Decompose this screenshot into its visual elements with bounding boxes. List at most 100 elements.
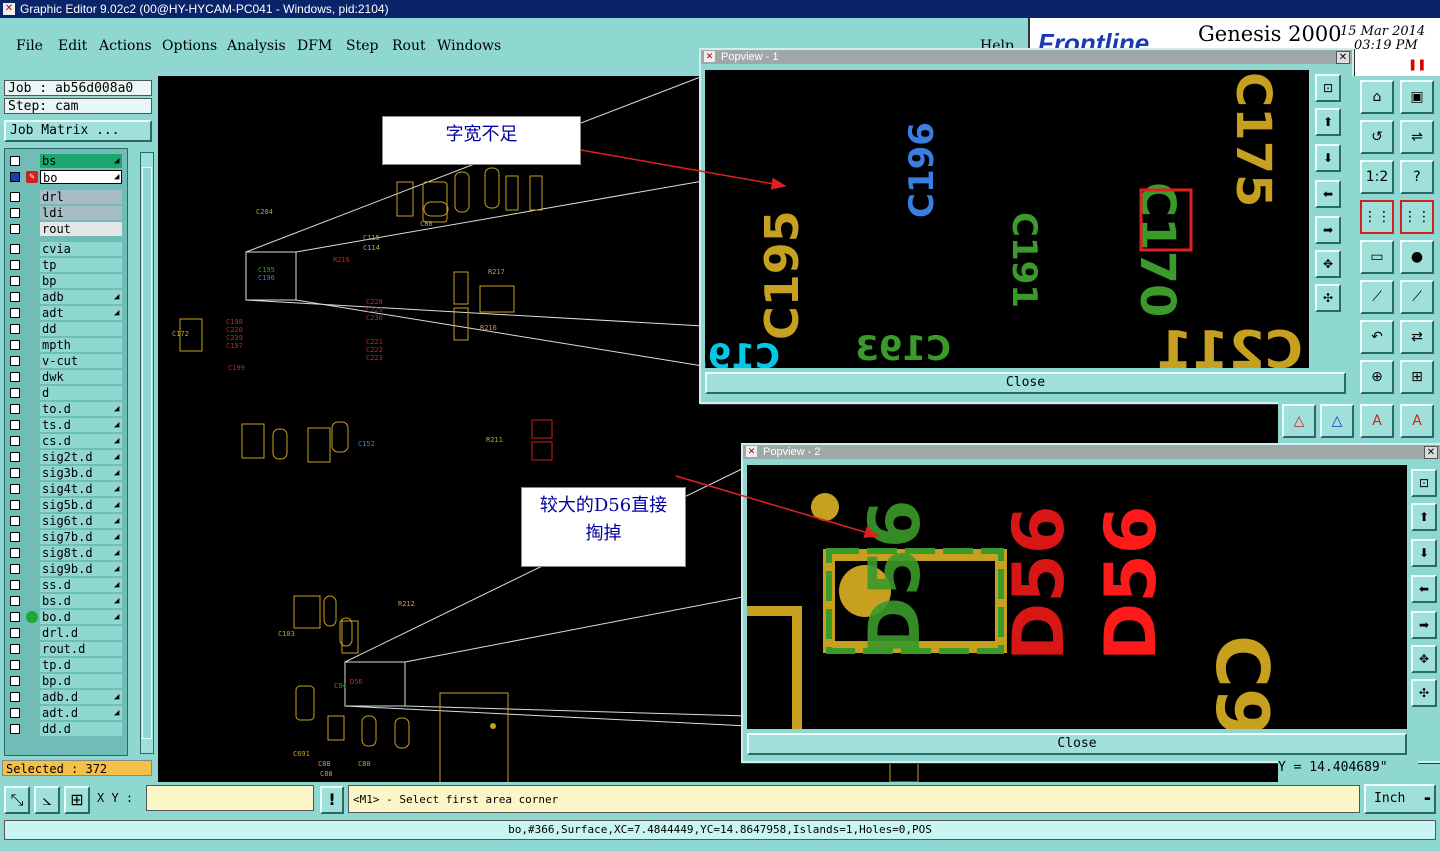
layer-name[interactable]: adt.d xyxy=(40,706,122,720)
layer-name[interactable]: v-cut xyxy=(40,354,122,368)
layer-name[interactable]: cs.d xyxy=(40,434,122,448)
layer-name[interactable]: adb.d xyxy=(40,690,122,704)
layer-checkbox[interactable] xyxy=(10,708,20,718)
popview-1-window[interactable]: ✕ Popview - 1 ✕ C196 C193 C193 C195 C191… xyxy=(699,48,1354,404)
layer-checkbox[interactable] xyxy=(10,596,20,606)
menu-rout[interactable]: Rout xyxy=(392,38,426,54)
layer-row-ss-d[interactable]: ss.d ◢ xyxy=(8,578,123,592)
layer-row-bo[interactable]: ✎ bo ◢ xyxy=(8,170,123,185)
layer-row-tp[interactable]: tp xyxy=(8,258,123,272)
layer-name[interactable]: ldi xyxy=(40,206,122,220)
layer-row-bo-d[interactable]: bo.d ◢ xyxy=(8,610,123,624)
layer-row-v-cut[interactable]: v-cut xyxy=(8,354,123,368)
layer-checkbox[interactable] xyxy=(10,484,20,494)
tri2-icon[interactable]: △ xyxy=(1320,404,1354,438)
layer-checkbox[interactable] xyxy=(10,612,20,622)
layer-row-sig2t-d[interactable]: sig2t.d ◢ xyxy=(8,450,123,464)
popview-expand-icon[interactable]: ✥ xyxy=(1411,645,1437,673)
window-icon[interactable]: ▣ xyxy=(1400,80,1434,114)
layer-row-sig9b-d[interactable]: sig9b.d ◢ xyxy=(8,562,123,576)
layer-name[interactable]: bp.d xyxy=(40,674,122,688)
layer-name[interactable]: ss.d xyxy=(40,578,122,592)
layer-row-bs-d[interactable]: bs.d ◢ xyxy=(8,594,123,608)
layer-checkbox[interactable] xyxy=(10,500,20,510)
units-dropdown[interactable]: Inch ▬ xyxy=(1364,784,1436,814)
layer-checkbox[interactable] xyxy=(10,692,20,702)
line2-icon[interactable]: ⟋ xyxy=(1400,280,1434,314)
layer-row-ldi[interactable]: ldi xyxy=(8,206,123,220)
layer-row-sig4t-d[interactable]: sig4t.d ◢ xyxy=(8,482,123,496)
tri4-icon[interactable]: A xyxy=(1400,404,1434,438)
menu-file[interactable]: File xyxy=(16,38,43,54)
layer-name[interactable]: to.d xyxy=(40,402,122,416)
layer-checkbox[interactable] xyxy=(10,580,20,590)
layer-name[interactable]: rout xyxy=(40,222,122,236)
layer-name[interactable]: sig5b.d xyxy=(40,498,122,512)
help-icon[interactable]: ? xyxy=(1400,160,1434,194)
undo-icon[interactable]: ↶ xyxy=(1360,320,1394,354)
line-icon[interactable]: ⟋ xyxy=(1360,280,1394,314)
layer-checkbox[interactable] xyxy=(10,224,20,234)
popview-2-close-button[interactable]: Close xyxy=(747,733,1407,755)
snap-icon[interactable]: ⇌ xyxy=(1400,120,1434,154)
layer-name[interactable]: sig3b.d xyxy=(40,466,122,480)
layer-checkbox[interactable] xyxy=(10,244,20,254)
layer-checkbox[interactable] xyxy=(10,420,20,430)
layer-row-dd[interactable]: dd xyxy=(8,322,123,336)
layer-checkbox[interactable] xyxy=(10,208,20,218)
layer-checkbox[interactable] xyxy=(10,404,20,414)
menu-windows[interactable]: Windows xyxy=(437,38,501,54)
layer-name[interactable]: bs xyxy=(40,154,122,168)
layer-checkbox[interactable] xyxy=(10,372,20,382)
layer-name[interactable]: sig7b.d xyxy=(40,530,122,544)
popview-1-canvas[interactable]: C196 C193 C193 C195 C191 C170 C211 C175 xyxy=(705,70,1309,368)
layer-checkbox[interactable] xyxy=(10,532,20,542)
alert-icon[interactable]: ! xyxy=(320,786,344,814)
popview-shrink-icon[interactable]: ✣ xyxy=(1315,284,1341,312)
layer-row-cs-d[interactable]: cs.d ◢ xyxy=(8,434,123,448)
layer-checkbox[interactable] xyxy=(10,156,20,166)
layer-row-ts-d[interactable]: ts.d ◢ xyxy=(8,418,123,432)
layer-checkbox[interactable] xyxy=(10,452,20,462)
layer-name[interactable]: tp xyxy=(40,258,122,272)
layer-checkbox[interactable] xyxy=(10,340,20,350)
pan-icon[interactable]: ↺ xyxy=(1360,120,1394,154)
tri1-icon[interactable]: △ xyxy=(1282,404,1316,438)
popview-2-canvas[interactable]: D56 D56 D56 C90 xyxy=(747,465,1407,729)
popview-right-icon[interactable]: ➡ xyxy=(1411,611,1437,639)
layer-checkbox[interactable] xyxy=(10,660,20,670)
ratio-icon[interactable]: 1:2 xyxy=(1360,160,1394,194)
layer-row-bp-d[interactable]: bp.d xyxy=(8,674,123,688)
layer-row-rout[interactable]: rout xyxy=(8,222,123,236)
xy-input[interactable] xyxy=(146,785,314,811)
layer-checkbox[interactable] xyxy=(10,292,20,302)
layer-row-adb[interactable]: adb ◢ xyxy=(8,290,123,304)
grid-icon[interactable]: ⊞ xyxy=(64,786,90,814)
popview-down-icon[interactable]: ⬇ xyxy=(1315,144,1341,172)
layer-name[interactable]: bo xyxy=(40,170,122,185)
layer-name[interactable]: dwk xyxy=(40,370,122,384)
popview-up-icon[interactable]: ⬆ xyxy=(1411,503,1437,531)
layer-checkbox[interactable] xyxy=(10,172,20,182)
layer-row-adt-d[interactable]: adt.d ◢ xyxy=(8,706,123,720)
close-icon[interactable]: ✕ xyxy=(1336,51,1350,64)
layer-row-bs[interactable]: bs ◢ xyxy=(8,154,123,168)
layer-checkbox[interactable] xyxy=(10,644,20,654)
layer-name[interactable]: d xyxy=(40,386,122,400)
layers-icon[interactable]: ⋮⋮ xyxy=(1360,200,1394,234)
menu-edit[interactable]: Edit xyxy=(58,38,87,54)
popview-1-close-button[interactable]: Close xyxy=(705,372,1346,394)
layer-name[interactable]: sig6t.d xyxy=(40,514,122,528)
popview-expand-icon[interactable]: ✥ xyxy=(1315,250,1341,278)
layer-checkbox[interactable] xyxy=(10,516,20,526)
layer-row-rout-d[interactable]: rout.d xyxy=(8,642,123,656)
menu-step[interactable]: Step xyxy=(346,38,378,54)
popview-down-icon[interactable]: ⬇ xyxy=(1411,539,1437,567)
popview-shrink-icon[interactable]: ✣ xyxy=(1411,679,1437,707)
layer-checkbox[interactable] xyxy=(10,192,20,202)
layer-checkbox[interactable] xyxy=(10,628,20,638)
layer-checkbox[interactable] xyxy=(10,564,20,574)
layer-name[interactable]: bp xyxy=(40,274,122,288)
layer-name[interactable]: adt xyxy=(40,306,122,320)
layer-row-mpth[interactable]: mpth xyxy=(8,338,123,352)
